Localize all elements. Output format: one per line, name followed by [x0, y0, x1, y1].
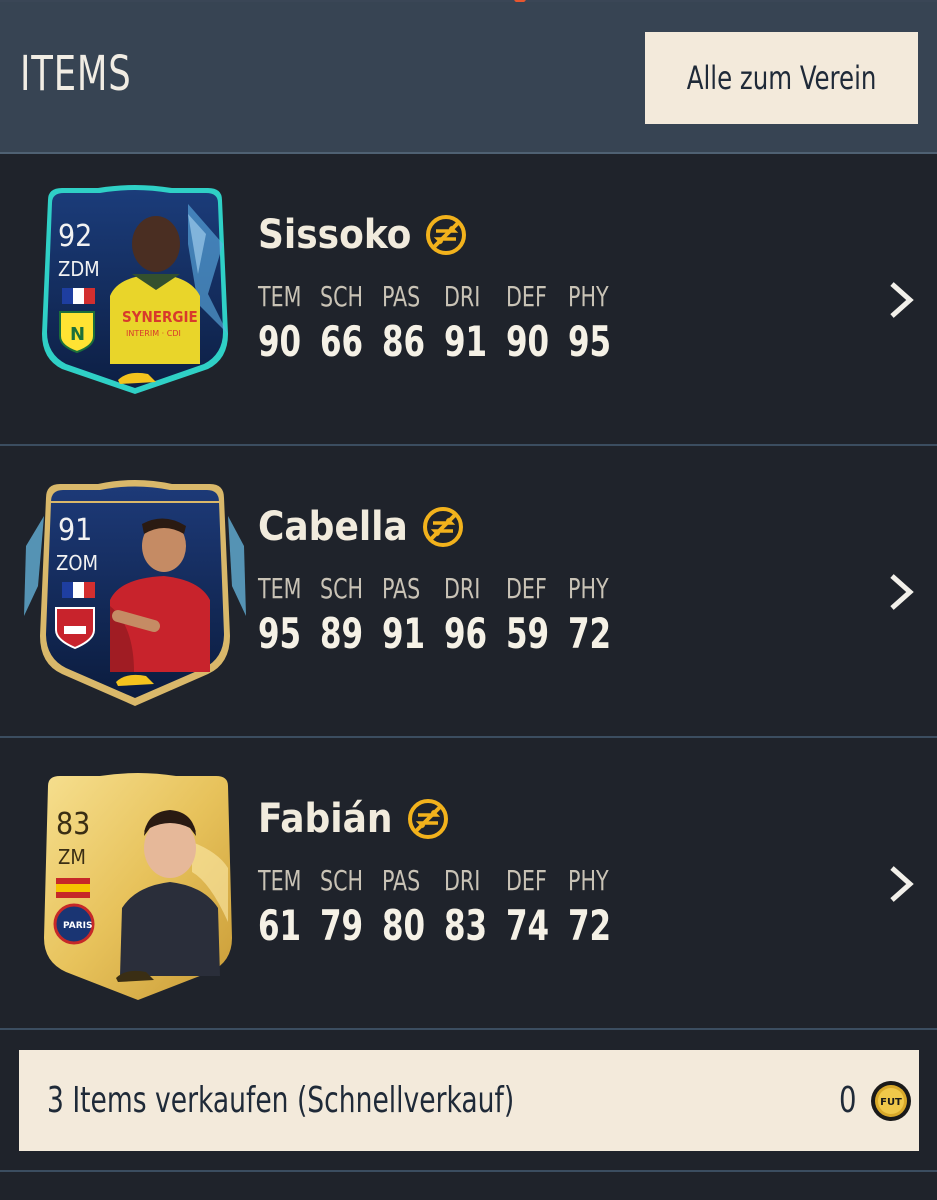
quick-sell-value: 0 — [839, 1080, 857, 1121]
chevron-right-icon[interactable] — [884, 864, 918, 904]
stat-value: 86 — [382, 317, 426, 366]
card-rating: 92 — [58, 219, 92, 254]
stat-value: 95 — [568, 317, 612, 366]
stat-label: PAS — [382, 572, 421, 605]
stat-value: 79 — [320, 901, 364, 950]
stat-value: 95 — [258, 609, 302, 658]
stat-label: SCH — [320, 572, 364, 605]
stat-label: PHY — [568, 280, 609, 313]
item-row-cabella[interactable]: 91 ZOM Cabella TEM 95 SCH 89 PAS 91 DRI 96 D… — [0, 446, 937, 738]
stat-label: PAS — [382, 864, 421, 897]
fut-coin-icon: FUT — [871, 1081, 911, 1121]
card-rating: 83 — [56, 807, 90, 842]
stat-label: SCH — [320, 280, 364, 313]
stat-value: 72 — [568, 609, 612, 658]
chevron-right-icon[interactable] — [884, 572, 918, 612]
stat-value: 80 — [382, 901, 426, 950]
stat-label: DRI — [444, 864, 481, 897]
player-card-fabian: 83 ZM PARIS — [44, 773, 232, 1000]
bottom-divider — [0, 1170, 937, 1172]
stat-label: TEM — [258, 280, 302, 313]
card-position: ZDM — [58, 257, 100, 281]
stat-value: 74 — [506, 901, 550, 950]
card-position: ZM — [58, 845, 86, 869]
stat-value: 72 — [568, 901, 612, 950]
untradeable-icon — [426, 215, 467, 255]
untradeable-icon — [407, 799, 448, 839]
untradeable-icon — [422, 507, 463, 547]
flag-france-icon — [62, 288, 73, 304]
send-all-to-club-button[interactable]: Alle zum Verein — [645, 32, 918, 124]
stat-value: 91 — [444, 317, 488, 366]
player-name: Sissoko — [258, 212, 467, 258]
sponsor-subtext: INTERIM · CDI — [126, 329, 181, 338]
stat-value: 83 — [444, 901, 488, 950]
player-card-sissoko: SYNERGIE INTERIM · CDI 92 ZDM N — [42, 185, 228, 394]
stat-label: PAS — [382, 280, 421, 313]
stat-label: PHY — [568, 572, 609, 605]
player-name: Fabián — [258, 796, 449, 842]
stat-label: DRI — [444, 280, 481, 313]
stat-value: 96 — [444, 609, 488, 658]
stat-value: 90 — [506, 317, 550, 366]
chevron-right-icon[interactable] — [884, 280, 918, 320]
stat-label: PHY — [568, 864, 609, 897]
stat-value: 90 — [258, 317, 302, 366]
stats-grid: TEM 90 SCH 66 PAS 86 DRI 91 DEF 90 PHY 95 — [258, 280, 630, 366]
player-name: Cabella — [258, 504, 464, 550]
stat-label: TEM — [258, 572, 302, 605]
sponsor-text: SYNERGIE — [122, 308, 198, 326]
stat-value: 91 — [382, 609, 426, 658]
item-row-fabian[interactable]: 83 ZM PARIS Fabián TEM 61 SCH 79 PAS 80 DRI… — [0, 738, 937, 1030]
quick-sell-button[interactable]: 3 Items verkaufen (Schnellverkauf) 0 FUT — [19, 1050, 919, 1151]
stat-label: DEF — [506, 280, 547, 313]
coin-label: FUT — [880, 1097, 902, 1108]
card-rating: 91 — [58, 513, 92, 548]
stat-value: 89 — [320, 609, 364, 658]
items-header: ITEMS Alle zum Verein — [0, 2, 937, 154]
stat-value: 66 — [320, 317, 364, 366]
quick-sell-label: 3 Items verkaufen (Schnellverkauf) — [47, 1080, 515, 1121]
stat-value: 61 — [258, 901, 302, 950]
item-row-sissoko[interactable]: SYNERGIE INTERIM · CDI 92 ZDM N Sissoko … — [0, 154, 937, 446]
stats-grid: TEM 95 SCH 89 PAS 91 DRI 96 DEF 59 PHY 72 — [258, 572, 630, 658]
card-position: ZOM — [56, 551, 98, 575]
flag-spain-icon — [56, 878, 90, 884]
stat-label: TEM — [258, 864, 302, 897]
stat-label: DRI — [444, 572, 481, 605]
player-card-cabella: 91 ZOM — [24, 480, 246, 706]
stat-label: DEF — [506, 864, 547, 897]
stat-label: SCH — [320, 864, 364, 897]
svg-text:PARIS: PARIS — [63, 921, 93, 931]
flag-france-icon — [62, 582, 73, 598]
stats-grid: TEM 61 SCH 79 PAS 80 DRI 83 DEF 74 PHY 72 — [258, 864, 630, 950]
stat-label: DEF — [506, 572, 547, 605]
stat-value: 59 — [506, 609, 550, 658]
svg-text:N: N — [70, 324, 85, 345]
page-title: ITEMS — [20, 46, 132, 102]
